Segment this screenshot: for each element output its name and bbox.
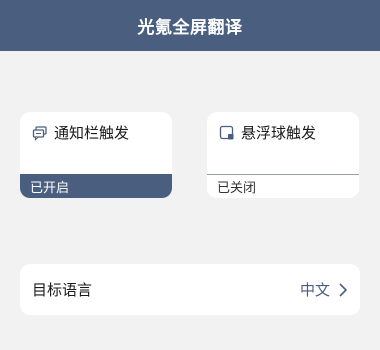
app-title: 光氪全屏翻译: [137, 18, 243, 38]
floating-card-label: 悬浮球触发: [241, 124, 317, 142]
chevron-right-icon: [339, 282, 348, 297]
target-language-selector[interactable]: 中文: [300, 279, 348, 300]
notification-trigger-card[interactable]: 通知栏触发 已开启: [20, 112, 172, 198]
notification-card-header: 通知栏触发: [32, 122, 129, 143]
floating-square-icon: [219, 125, 234, 139]
notification-card-label: 通知栏触发: [54, 124, 130, 142]
floating-card-status: 已关闭: [207, 174, 359, 198]
target-language-value: 中文: [299, 281, 330, 299]
chat-bubbles-icon: [32, 125, 47, 141]
floating-ball-trigger-card[interactable]: 悬浮球触发 已关闭: [207, 112, 359, 198]
target-language-label: 目标语言: [32, 281, 93, 299]
target-language-row[interactable]: 目标语言 中文: [20, 264, 360, 315]
floating-card-header: 悬浮球触发: [219, 122, 316, 143]
title-bar: 光氪全屏翻译: [0, 0, 380, 51]
notification-card-status: 已开启: [20, 174, 172, 198]
